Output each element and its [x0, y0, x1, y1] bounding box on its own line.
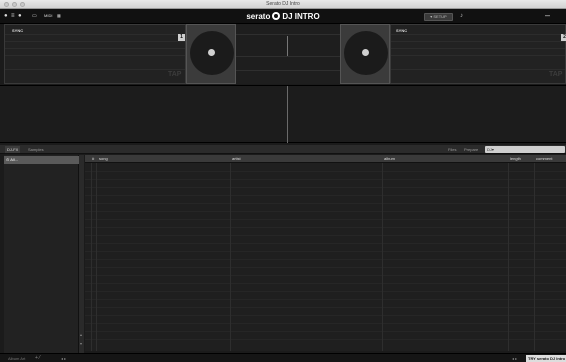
waveform-playhead — [287, 86, 288, 143]
add-crate-icon[interactable]: + ⁄ — [35, 355, 40, 362]
tab-prepare[interactable]: Prepare — [462, 146, 480, 153]
window-title: Serato DJ Intro — [266, 1, 300, 7]
serato-disc-icon — [272, 12, 281, 20]
bottom-bar: Album Art + ⁄ ◂ ▸ ◂ ▸ TRY serato DJ Intr… — [0, 353, 566, 362]
sidebar-scrollbar[interactable]: ▴ ▾ — [79, 155, 84, 353]
center-strip — [236, 24, 340, 84]
col-comment[interactable]: comment — [536, 155, 552, 163]
waveform-overview[interactable] — [0, 85, 566, 143]
col-number[interactable]: # — [92, 155, 94, 163]
left-tap-button[interactable]: TAP — [168, 71, 181, 78]
setup-button[interactable]: ▾ SETUP — [424, 13, 453, 21]
try-serato-badge[interactable]: TRY serato DJ Intro — [526, 355, 566, 362]
scroll-down-icon[interactable]: ▾ — [80, 341, 82, 346]
right-tap-button[interactable]: TAP — [549, 71, 562, 78]
scroll-up-icon[interactable]: ▴ — [80, 332, 82, 337]
product-name: DJ INTRO — [282, 12, 320, 21]
mixer-icon[interactable]: ♪ — [460, 13, 463, 19]
library-toolbar: DJ-FX Samples Files Prepare DJ▾ — [0, 145, 566, 154]
right-platter-disc[interactable] — [344, 31, 388, 75]
left-deck: SYNC 1 TAP — [4, 24, 186, 84]
minimize-icon[interactable]: – — [545, 11, 550, 20]
right-sync-button[interactable]: SYNC — [396, 28, 407, 33]
col-album[interactable]: album — [384, 155, 395, 163]
album-art-toggle[interactable]: Album Art — [8, 355, 25, 362]
serato-logo: serato DJ INTRO — [0, 12, 566, 21]
col-song[interactable]: song — [99, 155, 108, 163]
track-table[interactable]: # song artist album length comment — [85, 155, 566, 351]
crate-sidebar: ⊙ All... — [4, 155, 79, 353]
window-titlebar: Serato DJ Intro — [0, 0, 566, 9]
left-deck-number: 1 — [178, 34, 185, 41]
crate-all[interactable]: ⊙ All... — [4, 156, 79, 164]
tab-files[interactable]: Files — [446, 146, 458, 153]
top-toolbar: ● ≡ ● ▭ MIDI ▦ serato DJ INTRO ▾ SETUP ♪ … — [0, 9, 566, 24]
sidebar-scroll-left-icon[interactable]: ◂ ▸ — [61, 356, 66, 361]
crate-all-label: All... — [10, 157, 19, 162]
right-deck-number: 2 — [561, 34, 566, 41]
tab-samples[interactable]: Samples — [26, 146, 46, 153]
left-sync-button[interactable]: SYNC — [12, 28, 23, 33]
col-artist[interactable]: artist — [232, 155, 241, 163]
right-deck: SYNC 2 TAP — [390, 24, 566, 84]
setup-label: SETUP — [433, 14, 447, 19]
center-divider — [287, 36, 288, 56]
left-platter-disc[interactable] — [190, 31, 234, 75]
search-input[interactable]: DJ▾ — [485, 146, 565, 153]
table-header: # song artist album length comment — [85, 155, 566, 163]
tab-dj-fx[interactable]: DJ-FX — [5, 146, 21, 153]
left-platter[interactable] — [186, 24, 236, 84]
logo-text: serato — [246, 12, 271, 21]
table-scroll-icon[interactable]: ◂ ▸ — [512, 356, 517, 361]
right-platter[interactable] — [340, 24, 390, 84]
col-length[interactable]: length — [510, 155, 521, 163]
